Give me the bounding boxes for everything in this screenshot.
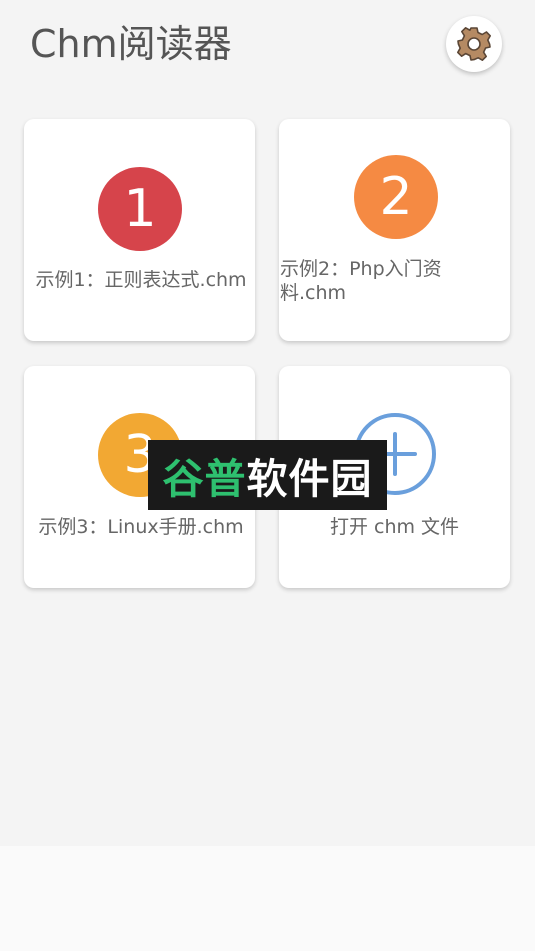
card-label-line-2: 料.chm [280, 282, 347, 304]
card-label: 示例3：Linux手册.chm [38, 516, 244, 538]
sample-card-2[interactable]: 2 示例2：Php入门资 料.chm [279, 119, 510, 341]
number-badge-1: 1 [98, 167, 182, 251]
number-badge-2: 2 [354, 155, 438, 239]
gear-icon [457, 27, 491, 61]
app-area: Chm阅读器 1 示例1：正则表达式.chm 2 示例2：Php入门资 料.ch… [0, 0, 535, 846]
settings-button[interactable] [446, 16, 502, 72]
watermark-logo: 谷普 软件园 [148, 440, 387, 510]
card-label: 示例1：正则表达式.chm [35, 269, 247, 291]
open-file-label: 打开 chm 文件 [329, 516, 460, 538]
card-label-line-1: 示例2：Php入门资 [280, 258, 442, 280]
sample-card-1[interactable]: 1 示例1：正则表达式.chm [24, 119, 255, 341]
watermark-part-1: 谷普 [162, 455, 247, 503]
app-title: Chm阅读器 [30, 22, 232, 66]
watermark-part-2: 软件园 [246, 455, 373, 503]
